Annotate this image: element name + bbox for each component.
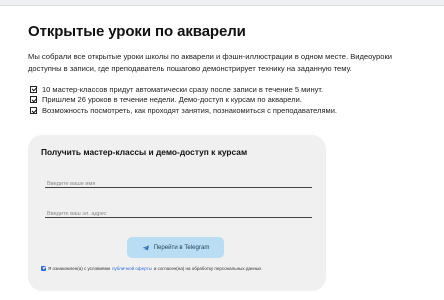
benefit-item: 10 мастер-классов придут автоматически с… [30,84,337,95]
benefit-item: Пришлем 26 уроков в течение недели. Демо… [30,95,337,106]
name-field[interactable] [45,172,312,192]
intro-text: Мы собрали все открытые уроки школы по а… [28,52,393,73]
form-title: Получить мастер-классы и демо-доступ к к… [41,147,248,157]
telegram-icon [142,244,149,251]
consent-suffix: и согласен(на) на обработку персональных… [153,266,262,271]
telegram-button[interactable]: Перейти в Telegram [127,237,224,258]
name-input[interactable] [45,176,312,192]
top-bar [0,0,444,6]
page-title: Открытые уроки по акварели [28,23,246,40]
consent-prefix: Я ознакомлен(а) с условиями [48,266,111,271]
checkbox-checked-icon [30,106,37,114]
consent-checkbox[interactable] [41,266,46,271]
benefits-list: 10 мастер-классов придут автоматически с… [30,84,337,116]
benefit-text: Пришлем 26 уроков в течение недели. Демо… [42,95,302,105]
consent-row[interactable]: Я ознакомлен(а) с условиями публичной оф… [41,266,263,271]
checkbox-checked-icon [30,96,37,104]
checkbox-checked-icon [30,85,37,93]
benefit-text: Возможность посмотреть, как проходят зан… [42,105,337,115]
email-input[interactable] [45,206,312,222]
benefit-text: 10 мастер-классов придут автоматически с… [42,84,324,94]
offer-link[interactable]: публичной оферты [112,266,152,271]
email-field[interactable] [45,202,312,222]
signup-form-card: Получить мастер-классы и демо-доступ к к… [28,135,326,291]
telegram-button-label: Перейти в Telegram [153,244,210,251]
benefit-item: Возможность посмотреть, как проходят зан… [30,105,337,116]
